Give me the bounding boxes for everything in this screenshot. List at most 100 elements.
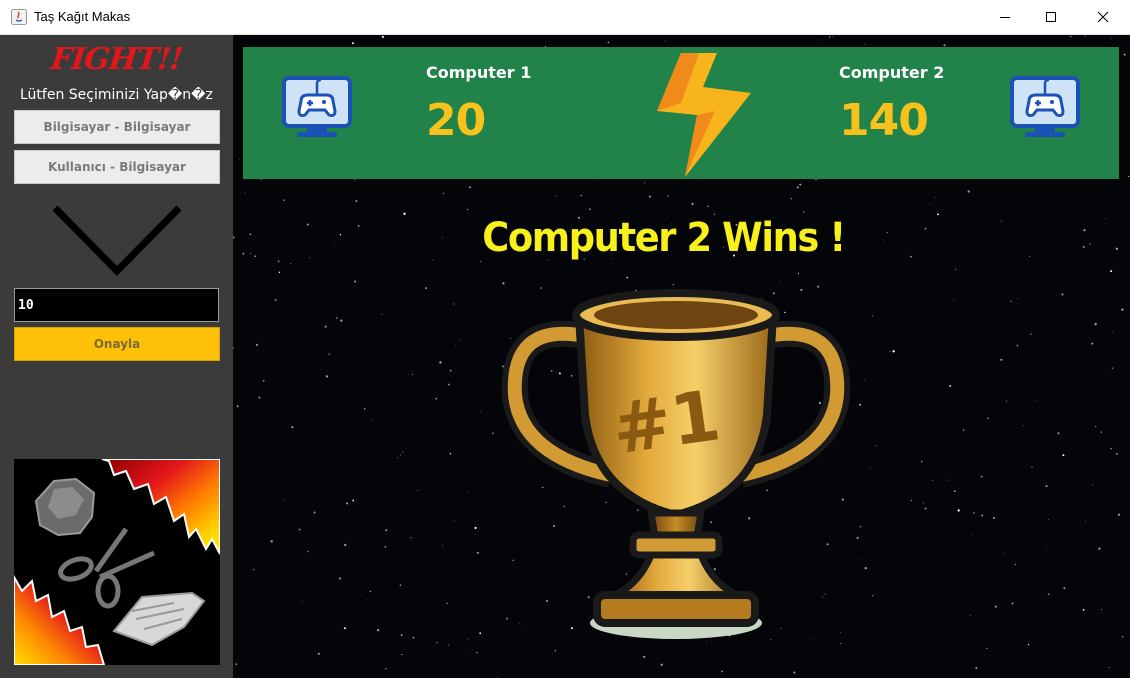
star: [384, 545, 387, 548]
star: [1082, 245, 1085, 248]
star: [317, 652, 320, 655]
star: [953, 490, 956, 493]
star: [460, 339, 461, 341]
star: [946, 507, 948, 509]
star: [352, 499, 355, 502]
star: [797, 272, 800, 274]
star: [1091, 342, 1094, 345]
maximize-button[interactable]: [1028, 0, 1074, 34]
star: [492, 432, 494, 435]
star: [1094, 323, 1097, 326]
star: [468, 186, 471, 189]
star: [934, 197, 936, 199]
star: [957, 509, 960, 512]
star: [1104, 245, 1106, 247]
star: [476, 651, 478, 654]
star: [298, 528, 301, 531]
minimize-button[interactable]: [982, 0, 1028, 34]
player2-name: Computer 2: [839, 63, 945, 82]
star: [555, 195, 557, 197]
star: [262, 379, 265, 382]
star: [981, 514, 984, 517]
star: [313, 511, 316, 514]
star: [665, 40, 666, 42]
player1-name: Computer 1: [426, 63, 532, 82]
star: [920, 460, 923, 463]
star: [856, 536, 859, 539]
star: [1100, 431, 1103, 433]
star: [987, 417, 989, 420]
star: [401, 653, 403, 656]
java-app-icon: [11, 9, 27, 25]
chevron-down-icon: [52, 205, 182, 276]
star: [892, 350, 895, 353]
star: [1010, 300, 1012, 302]
window-title-bar: Taş Kağıt Makas: [0, 0, 1130, 35]
star: [471, 649, 473, 651]
star: [339, 577, 342, 580]
star: [417, 490, 419, 492]
star: [325, 375, 329, 378]
star: [1083, 229, 1086, 232]
star: [1047, 593, 1050, 595]
star: [480, 410, 482, 412]
star: [1100, 608, 1102, 611]
star: [278, 271, 281, 274]
confirm-button[interactable]: Onayla: [14, 327, 220, 361]
star: [980, 475, 983, 478]
star: [335, 317, 338, 319]
star: [447, 383, 450, 386]
close-button[interactable]: [1080, 0, 1126, 34]
star: [1003, 553, 1005, 555]
star: [1048, 518, 1050, 520]
star: [397, 457, 399, 459]
rounds-input[interactable]: [14, 288, 219, 322]
star: [790, 198, 792, 200]
star: [799, 183, 802, 186]
star: [973, 512, 975, 514]
star: [1063, 587, 1066, 590]
star: [872, 595, 874, 597]
monitor-gamepad-icon: [1010, 76, 1080, 137]
star: [1005, 400, 1008, 402]
star: [480, 261, 482, 263]
star: [436, 641, 438, 644]
star: [975, 667, 978, 669]
user-vs-computer-button[interactable]: Kullanıcı - Bilgisayar: [14, 150, 220, 184]
computer-vs-computer-button[interactable]: Bilgisayar - Bilgisayar: [14, 110, 220, 144]
star: [496, 676, 498, 678]
star: [1092, 484, 1094, 486]
star: [270, 540, 273, 543]
star: [1014, 563, 1017, 566]
star: [644, 182, 646, 184]
star: [283, 199, 285, 201]
star: [589, 208, 591, 211]
star: [253, 568, 255, 571]
star: [875, 445, 877, 447]
star: [235, 663, 238, 665]
star: [340, 319, 343, 322]
star: [1082, 609, 1085, 611]
star: [1031, 466, 1033, 468]
star: [1123, 53, 1126, 56]
star: [399, 584, 402, 586]
star: [1110, 270, 1113, 273]
star: [236, 405, 239, 408]
star: [1104, 218, 1106, 220]
star: [372, 419, 373, 420]
star: [1070, 35, 1072, 38]
star: [1110, 447, 1112, 450]
star: [1098, 547, 1101, 550]
star: [412, 636, 415, 639]
star: [796, 186, 799, 189]
star: [828, 36, 831, 38]
star: [660, 663, 663, 666]
star: [239, 159, 240, 160]
fight-label: FIGHT!!: [49, 42, 184, 77]
star: [580, 194, 582, 197]
star: [1062, 454, 1065, 457]
monitor-gamepad-icon: [282, 76, 352, 137]
star: [254, 255, 257, 258]
star: [869, 467, 871, 469]
star: [1108, 666, 1110, 669]
